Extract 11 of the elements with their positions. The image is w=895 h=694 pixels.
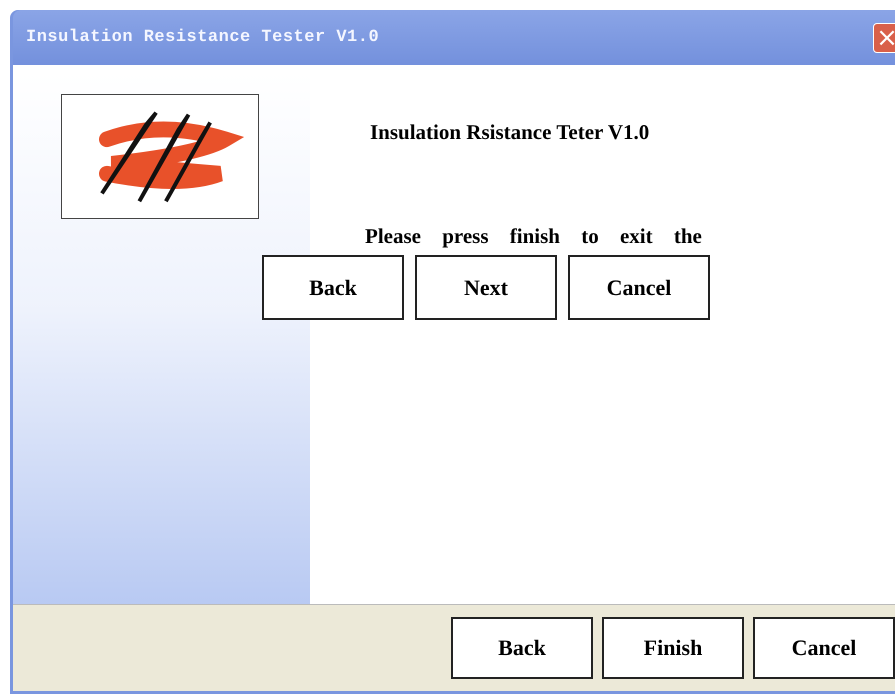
- wizard-message: Please press finish to exit the: [365, 224, 702, 249]
- wizard-heading: Insulation Rsistance Teter V1.0: [370, 120, 650, 145]
- wizard-button[interactable]: Back: [262, 255, 404, 320]
- footer-button[interactable]: Finish: [602, 617, 744, 679]
- footer-button[interactable]: Back: [451, 617, 593, 679]
- window-title: Insulation Resistance Tester V1.0: [26, 28, 380, 47]
- close-button[interactable]: ×: [873, 22, 895, 52]
- wizard-button[interactable]: Cancel: [568, 255, 710, 320]
- footer-button[interactable]: Cancel: [753, 617, 895, 679]
- wizard-button[interactable]: Next: [415, 255, 557, 320]
- logo-icon: [61, 94, 259, 219]
